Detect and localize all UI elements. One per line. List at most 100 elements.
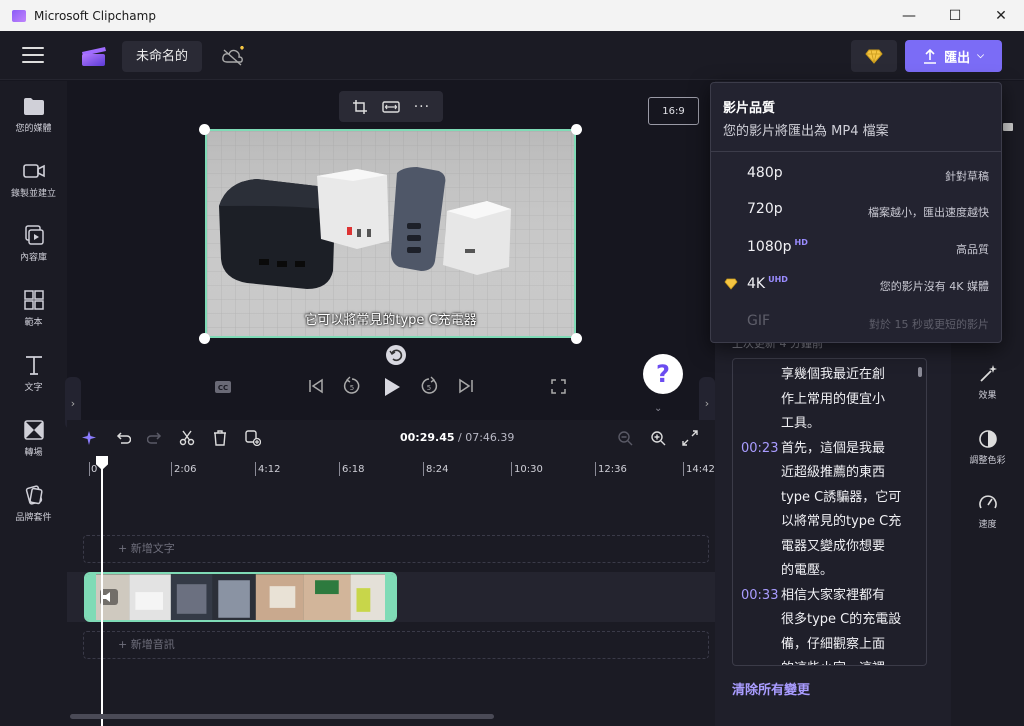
maximize-button[interactable]: ☐ [932,0,978,31]
svg-text:5: 5 [427,384,431,392]
collapse-chevron-icon[interactable]: ⌄ [654,403,662,414]
captions-panel-icon[interactable] [1002,121,1014,133]
window-title: Microsoft Clipchamp [34,8,156,23]
undo-icon[interactable] [115,430,131,446]
premium-button[interactable] [851,40,897,72]
resize-handle[interactable] [571,333,582,344]
right-tool-speed[interactable]: 速度 [951,493,1024,530]
right-tool-color[interactable]: 調整色彩 [951,429,1024,466]
export-option-1080p[interactable]: 1080p HD 高品質 [711,229,1001,265]
sidebar-item-media[interactable]: 您的媒體 [0,96,67,134]
fullscreen-icon[interactable] [551,379,566,394]
transcript-text: 的電壓。 [781,563,834,578]
export-option-480p[interactable]: 480p 針對草稿 [711,156,1001,192]
brand-kit-icon [25,485,43,505]
zoom-in-icon[interactable] [650,430,666,446]
option-quality: 1080p HD [747,238,808,255]
title-bar: Microsoft Clipchamp — ☐ ✕ [0,0,1024,31]
transcript-text: 近超級推薦的東西 [781,465,886,480]
cloud-sync-icon[interactable] [220,45,246,67]
export-menu-title: 影片品質 [723,101,776,116]
sidebar-item-label: 您的媒體 [15,124,52,134]
export-option-720p[interactable]: 720p 檔案越小，匯出速度越快 [711,192,1001,228]
transcript-text: 備，仔細觀察上面 [781,636,886,652]
add-audio-track[interactable]: + 新增音訊 [83,631,709,659]
crop-icon[interactable] [352,99,368,115]
scissors-icon[interactable] [179,430,195,446]
fit-timeline-icon[interactable] [682,430,698,446]
clip-trim-handle-right[interactable] [385,574,395,620]
export-option-4k[interactable]: 4K UHD 您的影片沒有 4K 媒體 [711,266,1001,302]
video-preview[interactable]: 它可以將常見的type C充電器 [205,129,576,338]
transcript-text: 以將常見的type C充 [781,514,902,529]
right-tool-label: 效果 [978,391,997,401]
option-quality: 480p [747,165,783,181]
templates-icon [23,290,44,310]
redo-icon[interactable] [147,430,163,446]
clipchamp-window: Microsoft Clipchamp — ☐ ✕ 未命名的 匯出 ⌵ 您的媒體… [0,0,1024,726]
rewind-5-icon[interactable]: 5 [342,376,362,396]
resize-handle[interactable] [199,333,210,344]
clip-trim-handle-left[interactable] [86,574,96,620]
export-button[interactable]: 匯出 ⌵ [905,40,1002,72]
timeline-scrollbar[interactable] [70,714,494,719]
sidebar-item-text[interactable]: 文字 [0,355,67,393]
library-icon [24,225,44,245]
export-label: 匯出 [944,50,971,66]
duplicate-icon[interactable] [245,430,261,446]
add-text-track[interactable]: + 新增文字 [83,535,709,563]
resize-handle[interactable] [571,124,582,135]
clear-all-changes-link[interactable]: 清除所有變更 [732,679,810,698]
forward-5-icon[interactable]: 5 [419,376,439,396]
playhead[interactable] [101,458,103,726]
resize-handle[interactable] [199,124,210,135]
video-subtitle: 它可以將常見的type C充電器 [304,313,477,328]
project-name[interactable]: 未命名的 [122,41,203,72]
time-ruler[interactable]: 0 2:06 4:12 6:18 8:24 10:30 12:36 14:42 [67,456,715,482]
minimize-button[interactable]: — [886,0,932,31]
more-options-icon[interactable]: ··· [414,99,430,115]
sidebar-item-transitions[interactable]: 轉場 [0,420,67,458]
delete-icon[interactable] [212,430,228,446]
diamond-icon [865,49,883,64]
transcript-timestamp[interactable]: 00:33 [741,584,778,608]
zoom-out-icon[interactable] [617,430,633,446]
clip-thumbnails [86,574,395,620]
close-button[interactable]: ✕ [978,0,1024,31]
skip-forward-icon[interactable] [458,378,474,394]
option-description: 針對草稿 [945,170,989,183]
video-clip[interactable] [84,572,397,622]
transcript-box[interactable]: 享幾個我最近在創 作上常用的便宜小 工具。 00:23 首先，這個是我最 近超級推薦的東西… [732,358,927,666]
transcript-text: 電器又變成你想要 [781,538,886,554]
rotate-handle-icon[interactable] [386,345,406,365]
sidebar-item-templates[interactable]: 範本 [0,290,67,328]
transcript-text: 享幾個我最近在創 [781,367,886,382]
option-description: 對於 15 秒或更短的影片 [869,318,989,331]
left-sidebar: 您的媒體 錄製並建立 內容庫 範本 文字 轉場 品牌套件 [0,81,67,726]
sidebar-item-label: 錄製並建立 [10,189,56,199]
skip-back-icon[interactable] [308,378,324,394]
app-icon [12,9,26,22]
option-description: 高品質 [956,243,989,256]
sparkle-icon[interactable] [82,430,98,446]
play-icon[interactable] [382,376,402,398]
sidebar-item-library[interactable]: 內容庫 [0,225,67,263]
transcript-timestamp[interactable]: 00:23 [741,437,778,461]
chevron-down-icon: ⌵ [977,51,984,61]
menu-icon[interactable] [22,47,44,63]
sidebar-item-brand-kit[interactable]: 品牌套件 [0,485,67,523]
sidebar-item-record[interactable]: 錄製並建立 [0,161,67,199]
svg-text:5: 5 [350,384,354,392]
aspect-ratio-button[interactable]: 16:9 [648,97,699,125]
transcript-text: 的這些小字，這裡 [781,657,921,665]
sidebar-item-label: 內容庫 [19,253,47,263]
help-button[interactable]: ? [643,354,683,394]
export-quality-menu: 影片品質 您的影片將匯出為 MP4 檔案 480p 針對草稿 720p 檔案越小… [710,82,1002,343]
captions-icon[interactable]: CC [214,380,232,394]
fit-icon[interactable] [382,100,400,114]
uhd-badge: UHD [768,275,788,284]
transcript-text: 很多type C的充電設 [781,612,902,627]
export-menu-subtitle: 您的影片將匯出為 MP4 檔案 [723,124,889,139]
right-tool-effects[interactable]: 效果 [951,364,1024,401]
timeline[interactable]: 0 2:06 4:12 6:18 8:24 10:30 12:36 14:42 … [67,456,715,726]
